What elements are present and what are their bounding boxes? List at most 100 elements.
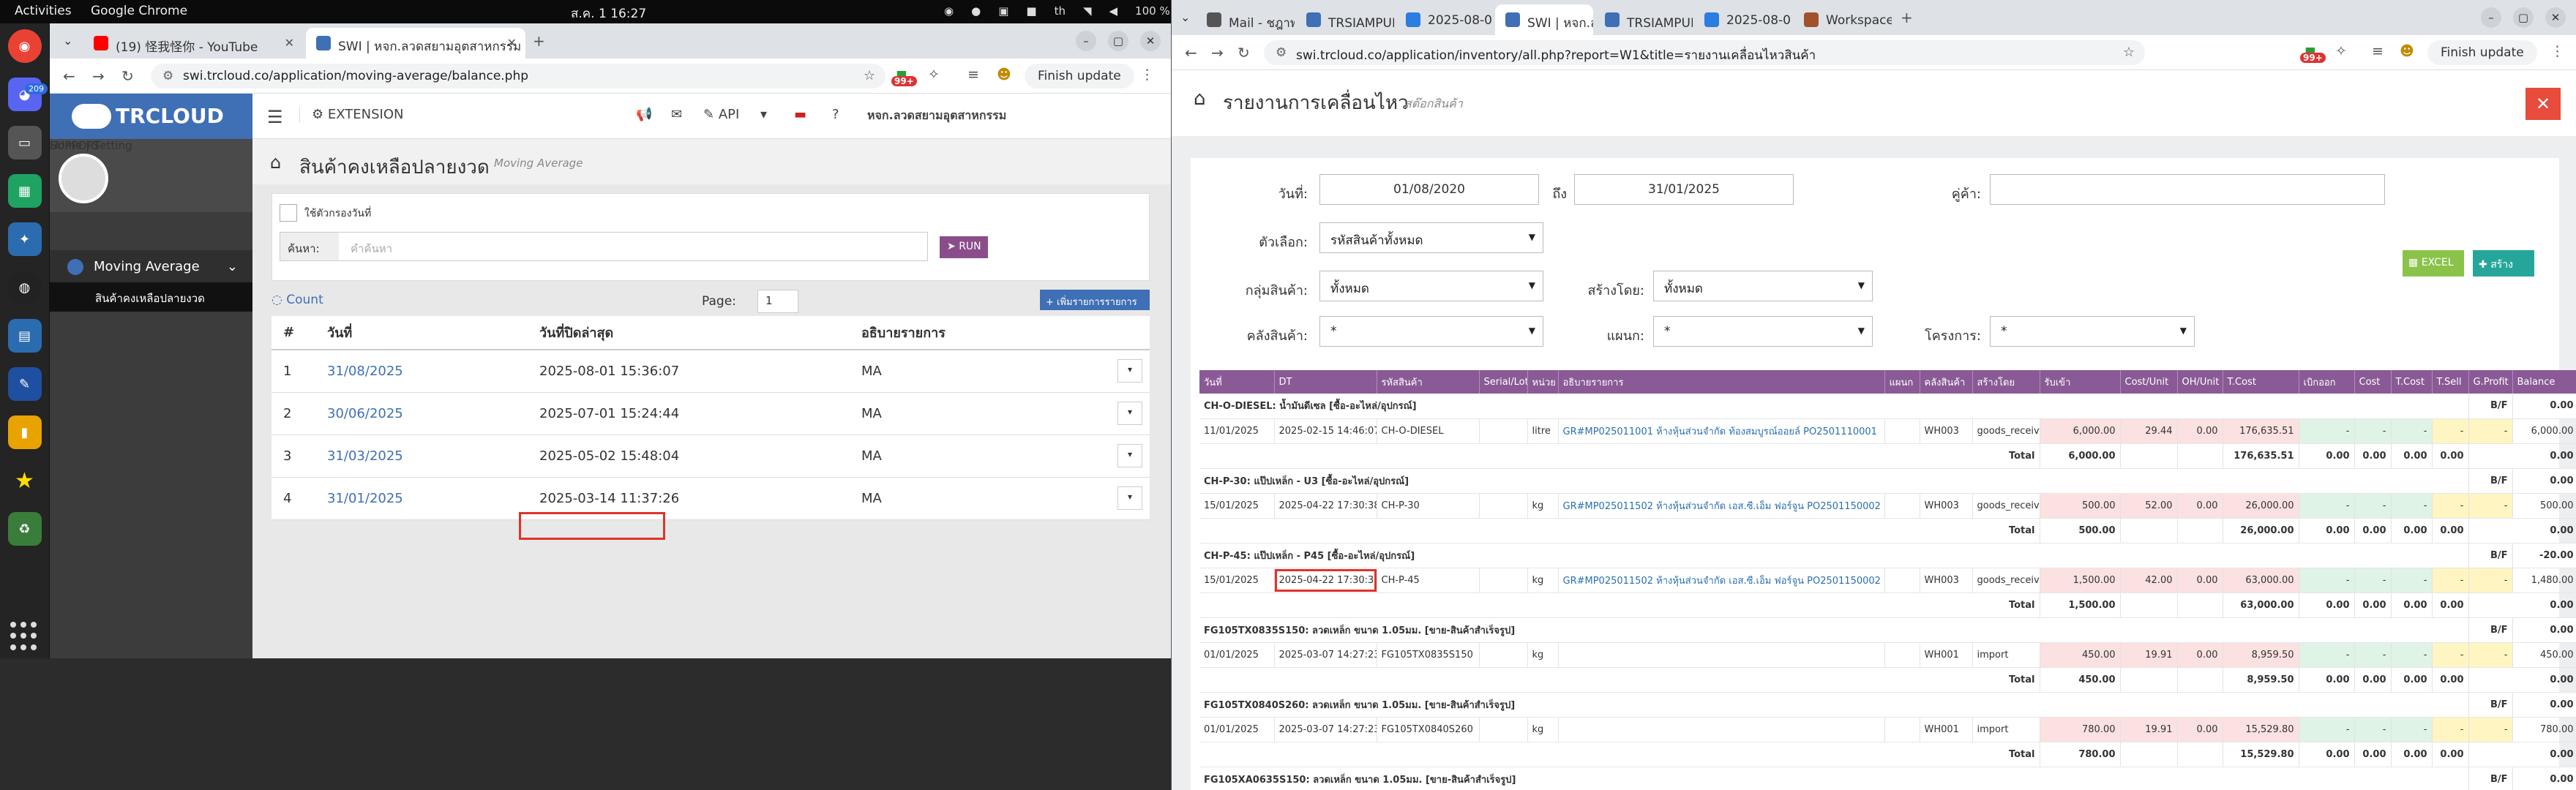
maximize-icon[interactable]: ▢ <box>2513 7 2534 28</box>
add-item-button[interactable]: + เพิ่มรายการรายการ <box>1040 290 1150 310</box>
puzzle-icon[interactable]: ✧ <box>928 67 940 83</box>
finish-update-button[interactable]: Finish update <box>2427 40 2537 65</box>
excel-button[interactable]: ▦ EXCEL <box>2403 250 2464 276</box>
col-header[interactable]: อธิบายรายการ <box>850 316 1106 350</box>
more-menu-icon[interactable]: ⋮ <box>2550 43 2564 59</box>
close-report-button[interactable]: ✕ <box>2526 88 2561 120</box>
date-from-input[interactable]: 01/08/2020 <box>1319 174 1539 205</box>
globe-icon[interactable]: ◍ <box>7 271 42 304</box>
home-link[interactable]: Home <box>50 139 82 152</box>
cell[interactable]: GR#MP025011502 ห้างหุ้นส่วนจำกัด เอส.ซี.… <box>1558 568 1885 593</box>
reload-icon[interactable]: ↻ <box>1238 44 1250 61</box>
back-icon[interactable]: ← <box>63 67 75 85</box>
col-header[interactable]: Cost <box>2354 370 2392 394</box>
bookmark-star-icon[interactable]: ☆ <box>2123 45 2135 60</box>
tab-workspace[interactable]: Workspace 1 08... <box>1794 4 1892 35</box>
search-input[interactable]: ค้นหา: คำค้นหา <box>280 232 928 261</box>
company-name[interactable]: หจก.ลวดสยามอุตสาหกรรม <box>867 107 1006 125</box>
date-to-input[interactable]: 31/01/2025 <box>1574 174 1794 205</box>
warehouse-select[interactable]: * ▼ <box>1319 316 1543 347</box>
site-info-icon[interactable]: ⚙ <box>1276 45 1287 60</box>
site-info-icon[interactable]: ⚙ <box>162 69 173 83</box>
thai-flag-icon[interactable]: ▬ <box>794 107 806 122</box>
star-icon[interactable]: ★ <box>8 464 42 497</box>
drive-icon[interactable]: ▭ <box>7 126 42 159</box>
finish-update-button[interactable]: Finish update <box>1025 64 1134 89</box>
col-header[interactable]: อธิบายรายการ <box>1558 370 1885 394</box>
close-window-icon[interactable]: ✕ <box>2545 7 2566 28</box>
trcloud-logo[interactable]: TRCLOUD <box>50 94 252 139</box>
cell[interactable] <box>1558 642 1885 668</box>
address-bar[interactable]: ⚙ swi.trcloud.co/application/inventory/a… <box>1264 40 2145 65</box>
text-editor-icon[interactable]: ✎ <box>7 367 42 401</box>
app-icon[interactable]: ✦ <box>7 222 42 256</box>
address-bar[interactable]: ⚙ swi.trcloud.co/application/moving-aver… <box>151 64 886 89</box>
col-header[interactable]: Cost/Unit <box>2120 370 2178 394</box>
tab-mail[interactable]: Mail - ชฎาพร หลิว <box>1197 4 1295 35</box>
row-action-dropdown[interactable]: ▾ <box>1117 402 1142 425</box>
date-filter-checkbox[interactable] <box>280 204 297 222</box>
setting-link[interactable]: Setting <box>93 139 132 152</box>
system-tray[interactable]: ◉ ● ▣ ■ th ◥ ◀ 100 % <box>944 4 1170 18</box>
col-header[interactable]: รหัสสินค้า <box>1377 370 1480 394</box>
mail-icon[interactable]: ✉ <box>671 107 682 122</box>
option-select[interactable]: รหัสสินค้าทั้งหมด ▼ <box>1319 222 1543 253</box>
project-select[interactable]: * ▼ <box>1990 316 2195 347</box>
minimize-icon[interactable]: – <box>1076 31 1096 51</box>
sidebar-item-moving-average[interactable]: Moving Average ⌄ <box>50 250 252 282</box>
col-header[interactable]: Serial/Lot <box>1479 370 1528 394</box>
create-button[interactable]: ✚ สร้าง <box>2473 250 2534 276</box>
caret-down-icon[interactable]: ▾ <box>760 107 767 122</box>
col-header[interactable]: แผนก <box>1884 370 1920 394</box>
app-menu[interactable]: Google Chrome <box>91 4 187 18</box>
tab-trsiampun[interactable]: TRSIAMPUN | บริษัท <box>1595 4 1693 35</box>
megaphone-icon[interactable]: 📢 <box>636 107 652 122</box>
col-header[interactable]: คลังสินค้า <box>1920 370 1973 394</box>
app-grid-icon[interactable] <box>10 622 40 651</box>
profile-icon[interactable]: ☻ <box>997 67 1011 83</box>
row-action-dropdown[interactable]: ▾ <box>1117 359 1142 383</box>
count-toggle[interactable]: ◌ Count <box>272 293 323 307</box>
new-tab-icon[interactable]: + <box>533 32 545 50</box>
col-header[interactable]: สร้างโดย <box>1972 370 2040 394</box>
tab-file[interactable]: 2025-08-01_175... <box>1694 4 1792 35</box>
document-icon[interactable]: ▤ <box>7 319 42 353</box>
notes-icon[interactable]: ▮ <box>7 415 42 449</box>
col-header[interactable]: วันที่ <box>1199 370 1275 394</box>
col-header[interactable]: หน่วย <box>1527 370 1559 394</box>
discord-icon[interactable]: ◕ <box>7 78 42 111</box>
media-icon[interactable]: ≡ <box>2372 43 2384 59</box>
tab-swi[interactable]: SWI | หจก.ลวดสยาม <box>1495 4 1593 35</box>
tab-file[interactable]: 2025-08-01_175... <box>1396 4 1494 35</box>
media-icon[interactable]: ≡ <box>967 67 979 83</box>
close-window-icon[interactable]: ✕ <box>1140 31 1161 51</box>
tab-swi[interactable]: SWI | หจก.ลวดสยามอุตสาหกรรม ✕ <box>306 28 525 59</box>
spreadsheet-icon[interactable]: ▦ <box>7 174 42 208</box>
help-icon[interactable]: ? <box>832 107 839 122</box>
group-select[interactable]: ทั้งหมด ▼ <box>1319 271 1543 301</box>
col-header[interactable]: T.Cost <box>2391 370 2433 394</box>
new-tab-icon[interactable]: + <box>1901 9 1913 26</box>
col-header[interactable]: T.Sell <box>2432 370 2469 394</box>
close-icon[interactable]: ✕ <box>285 36 294 50</box>
forward-icon[interactable]: → <box>1211 44 1224 61</box>
tab-trsiampun[interactable]: TRSIAMPUN | บริษัท <box>1296 4 1394 35</box>
date-link[interactable]: 31/01/2025 <box>315 477 528 520</box>
page-input[interactable]: 1 <box>757 290 798 313</box>
department-select[interactable]: * ▼ <box>1653 316 1873 347</box>
date-link[interactable]: 31/08/2025 <box>315 350 528 393</box>
extension-menu[interactable]: ⚙ EXTENSION <box>299 107 403 122</box>
maximize-icon[interactable]: ▢ <box>1108 31 1128 51</box>
partner-input[interactable] <box>1990 174 2385 205</box>
creator-select[interactable]: ทั้งหมด ▼ <box>1653 271 1873 301</box>
col-header[interactable]: G.Profit <box>2468 370 2513 394</box>
row-action-dropdown[interactable]: ▾ <box>1117 444 1142 467</box>
forward-icon[interactable]: → <box>92 67 105 85</box>
chrome-icon[interactable]: ◉ <box>7 29 42 63</box>
date-link[interactable]: 31/03/2025 <box>315 434 528 478</box>
home-icon[interactable]: ⌂ <box>1194 88 1206 110</box>
tab-search-icon[interactable]: ⌄ <box>63 34 72 48</box>
tab-youtube[interactable]: (19) 怪我怪你 - YouTube ✕ <box>83 28 303 59</box>
tab-search-icon[interactable]: ⌄ <box>1180 10 1190 24</box>
col-header[interactable]: # <box>272 316 315 350</box>
